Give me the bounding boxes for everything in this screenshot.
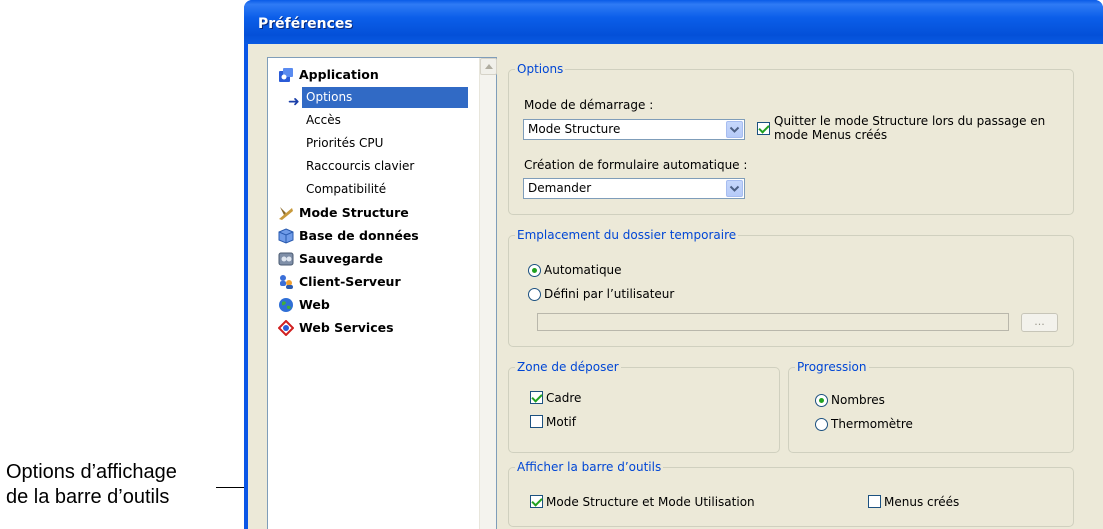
cadre-label: Cadre bbox=[546, 391, 582, 405]
tree-item-label: Base de données bbox=[299, 228, 419, 243]
preferences-tree: Application ➜ Options Accès Priorités CP… bbox=[267, 57, 497, 529]
tree-item-web-services[interactable]: Web Services bbox=[268, 317, 479, 338]
tree-item-web[interactable]: Web bbox=[268, 294, 479, 315]
mode-structure-utilisation-label: Mode Structure et Mode Utilisation bbox=[546, 495, 755, 509]
temp-auto-label: Automatique bbox=[544, 263, 622, 277]
users-icon bbox=[280, 275, 293, 289]
browse-button[interactable]: ... bbox=[1021, 313, 1058, 332]
window-title: Préférences bbox=[258, 16, 353, 32]
tree-item-label: Sauvegarde bbox=[299, 251, 383, 266]
tree-item-label: Web bbox=[299, 297, 330, 312]
tree-item-options[interactable]: Options bbox=[302, 87, 468, 108]
callout-annotation: Options d’affichage de la barre d’outils bbox=[6, 460, 246, 510]
startup-mode-select[interactable]: Mode Structure bbox=[523, 119, 745, 140]
temp-path-field[interactable] bbox=[537, 313, 1009, 331]
preferences-window: Préférences Application ➜ Options Accès … bbox=[244, 0, 1103, 529]
auto-form-select[interactable]: Demander bbox=[523, 178, 745, 199]
tree-item-priorites-cpu[interactable]: Priorités CPU bbox=[268, 133, 479, 154]
startup-mode-value: Mode Structure bbox=[528, 122, 621, 136]
auto-form-label: Création de formulaire automatique : bbox=[524, 158, 748, 172]
progression-group: Progression bbox=[788, 360, 1074, 453]
startup-mode-label: Mode de démarrage : bbox=[524, 98, 654, 112]
database-cube-icon bbox=[278, 228, 294, 244]
web-services-icon bbox=[278, 320, 294, 336]
tree-item-label: Mode Structure bbox=[299, 205, 409, 220]
tree-item-label: Web Services bbox=[299, 320, 394, 335]
temp-user-radio[interactable] bbox=[528, 288, 541, 301]
application-icon bbox=[279, 68, 293, 82]
callout-line1: Options d’affichage bbox=[6, 461, 177, 483]
temp-auto-radio[interactable] bbox=[528, 264, 541, 277]
progression-group-title: Progression bbox=[795, 360, 869, 375]
tree-item-label: Raccourcis clavier bbox=[306, 159, 415, 173]
drop-zone-group: Zone de déposer bbox=[508, 360, 780, 453]
nombres-radio[interactable] bbox=[815, 394, 828, 407]
quit-structure-label-1: Quitter le mode Structure lors du passag… bbox=[774, 114, 1046, 128]
tree-item-label: Accès bbox=[306, 113, 341, 127]
quit-structure-checkbox[interactable] bbox=[757, 122, 770, 135]
chevron-down-icon bbox=[729, 126, 740, 133]
mode-structure-utilisation-checkbox[interactable] bbox=[530, 495, 543, 508]
tree-item-label: Priorités CPU bbox=[306, 136, 384, 150]
tree-item-label: Options bbox=[306, 90, 353, 104]
tree-item-base-de-donnees[interactable]: Base de données bbox=[268, 225, 479, 246]
arrow-right-icon: ➜ bbox=[288, 94, 300, 110]
temp-user-label: Défini par l’utilisateur bbox=[544, 287, 675, 301]
toolbar-display-group-title: Afficher la barre d’outils bbox=[515, 460, 664, 475]
dialog-client-area: Application ➜ Options Accès Priorités CP… bbox=[248, 44, 1103, 529]
tree-item-label: Client-Serveur bbox=[299, 274, 401, 289]
tree-item-application[interactable]: Application bbox=[268, 64, 479, 85]
tree-item-client-serveur[interactable]: Client-Serveur bbox=[268, 271, 479, 292]
menus-crees-label: Menus créés bbox=[884, 495, 960, 509]
menus-crees-checkbox[interactable] bbox=[868, 495, 881, 508]
globe-icon bbox=[279, 298, 293, 312]
tree-item-compatibilite[interactable]: Compatibilité bbox=[268, 179, 479, 200]
auto-form-value: Demander bbox=[528, 181, 592, 195]
browse-button-label: ... bbox=[1034, 315, 1045, 328]
title-bar[interactable]: Préférences bbox=[244, 0, 1103, 44]
temp-folder-group-title: Emplacement du dossier temporaire bbox=[515, 228, 739, 243]
motif-label: Motif bbox=[546, 415, 576, 429]
options-group-title: Options bbox=[515, 62, 566, 77]
chevron-down-icon bbox=[729, 185, 740, 192]
thermometre-radio[interactable] bbox=[815, 418, 828, 431]
tree-item-raccourcis-clavier[interactable]: Raccourcis clavier bbox=[268, 156, 479, 177]
backup-icon bbox=[278, 252, 294, 266]
thermometre-label: Thermomètre bbox=[831, 417, 913, 431]
callout-line2: de la barre d’outils bbox=[6, 486, 170, 508]
set-square-icon bbox=[279, 207, 293, 220]
quit-structure-label-2: mode Menus créés bbox=[774, 128, 888, 142]
nombres-label: Nombres bbox=[831, 393, 885, 407]
motif-checkbox[interactable] bbox=[530, 415, 543, 428]
scroll-up-button[interactable] bbox=[480, 58, 497, 75]
tree-item-label: Compatibilité bbox=[306, 182, 387, 196]
tree-scrollbar[interactable] bbox=[479, 58, 497, 529]
auto-form-dropdown-button[interactable] bbox=[726, 180, 743, 197]
tree-item-acces[interactable]: Accès bbox=[268, 110, 479, 131]
drop-zone-group-title: Zone de déposer bbox=[515, 360, 621, 375]
tree-item-label: Application bbox=[299, 67, 379, 82]
tree-item-sauvegarde[interactable]: Sauvegarde bbox=[268, 248, 479, 269]
cadre-checkbox[interactable] bbox=[530, 391, 543, 404]
startup-mode-dropdown-button[interactable] bbox=[726, 121, 743, 138]
tree-item-mode-structure[interactable]: Mode Structure bbox=[268, 202, 479, 223]
